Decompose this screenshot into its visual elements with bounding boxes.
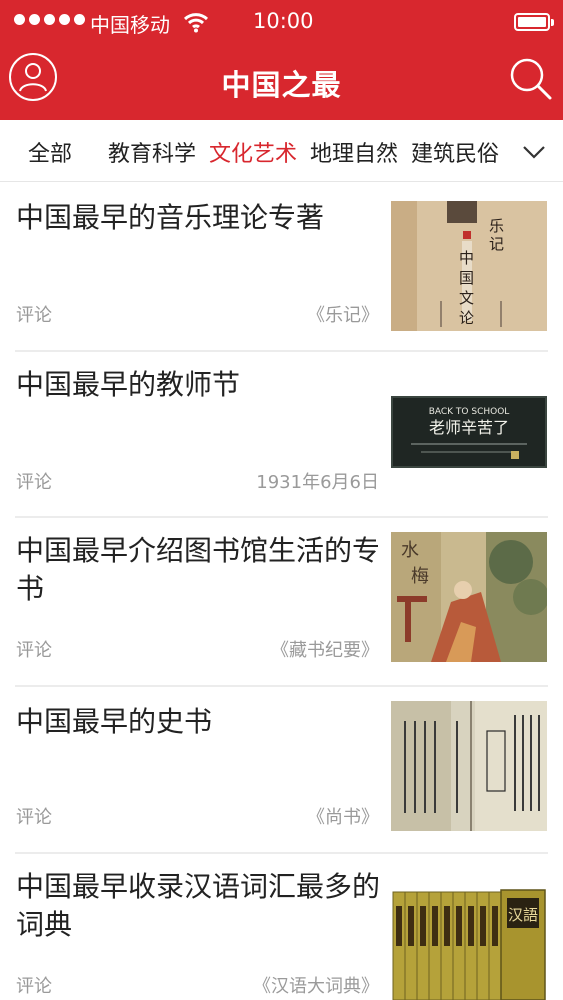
- svg-text:汉語: 汉語: [508, 906, 538, 924]
- tab-culture-art[interactable]: 文化艺术: [209, 136, 297, 168]
- status-time: 10:00: [253, 9, 314, 33]
- chalkboard-image: BACK TO SCHOOL 老师辛苦了: [391, 396, 547, 468]
- battery-icon: [514, 13, 554, 31]
- wifi-icon: [183, 13, 209, 33]
- article-tag: 评论: [16, 807, 52, 828]
- status-bar: 中国移动 10:00: [0, 0, 563, 44]
- article-title: 中国最早的教师节: [16, 368, 241, 401]
- carrier-label: 中国移动: [90, 13, 170, 37]
- page-title: 中国之最: [221, 68, 342, 102]
- svg-text:中: 中: [459, 249, 474, 267]
- signal-dots-icon: [14, 14, 85, 25]
- article-source: 《尚书》: [307, 807, 379, 828]
- list-item[interactable]: 中国最早介绍图书馆生活的专书 评论 《藏书纪要》 水 梅: [0, 516, 563, 687]
- list-item[interactable]: 中国最早的音乐理论专著 评论 《乐记》 乐 记 中 国 文 论: [0, 183, 563, 352]
- svg-text:国: 国: [459, 269, 474, 287]
- svg-text:水: 水: [401, 540, 419, 561]
- search-button[interactable]: [508, 56, 554, 102]
- article-tag: 评论: [16, 305, 52, 326]
- tab-architecture-folk[interactable]: 建筑民俗: [411, 136, 499, 168]
- article-tag: 评论: [16, 640, 52, 661]
- svg-text:梅: 梅: [411, 566, 429, 587]
- article-title: 中国最早的史书: [16, 705, 213, 738]
- old-book-page-image: [391, 701, 547, 831]
- list-item[interactable]: 中国最早的教师节 评论 1931年6月6日 BACK TO SCHOOL 老师辛…: [0, 350, 563, 518]
- chevron-down-icon[interactable]: [520, 140, 548, 164]
- tab-education-science[interactable]: 教育科学: [108, 136, 196, 168]
- article-title: 中国最早介绍图书馆生活的专书: [16, 534, 381, 605]
- dictionary-set-image: 汉語: [391, 886, 547, 1000]
- chalkboard-title: 老师辛苦了: [429, 418, 509, 437]
- svg-text:论: 论: [459, 309, 474, 327]
- svg-text:乐: 乐: [489, 217, 504, 235]
- tab-all[interactable]: 全部: [28, 136, 72, 168]
- list-item[interactable]: 中国最早收录汉语词汇最多的词典 评论 《汉语大词典》 汉語: [0, 852, 563, 1000]
- article-tag: 评论: [16, 976, 52, 997]
- svg-text:文: 文: [459, 289, 474, 307]
- article-source: 1931年6月6日: [256, 472, 379, 493]
- chalkboard-subtitle: BACK TO SCHOOL: [429, 407, 510, 417]
- search-icon: [510, 58, 552, 100]
- article-title: 中国最早的音乐理论专著: [16, 201, 325, 234]
- article-source: 《乐记》: [307, 305, 379, 326]
- list-item[interactable]: 中国最早的史书 评论 《尚书》: [0, 685, 563, 854]
- article-source: 《藏书纪要》: [271, 640, 379, 661]
- nav-bar: 中国之最: [0, 44, 563, 120]
- article-source: 《汉语大词典》: [253, 976, 379, 997]
- book-cover-image: 乐 记 中 国 文 论: [391, 201, 547, 331]
- tab-geography-nature[interactable]: 地理自然: [310, 136, 398, 168]
- category-tabs: 全部 教育科学 文化艺术 地理自然 建筑民俗: [0, 120, 563, 182]
- svg-text:记: 记: [489, 235, 504, 253]
- painting-image: 水 梅: [391, 532, 547, 662]
- article-list: 中国最早的音乐理论专著 评论 《乐记》 乐 记 中 国 文 论 中国最早的教师节…: [0, 183, 563, 1000]
- article-title: 中国最早收录汉语词汇最多的词典: [16, 870, 381, 941]
- article-tag: 评论: [16, 472, 52, 493]
